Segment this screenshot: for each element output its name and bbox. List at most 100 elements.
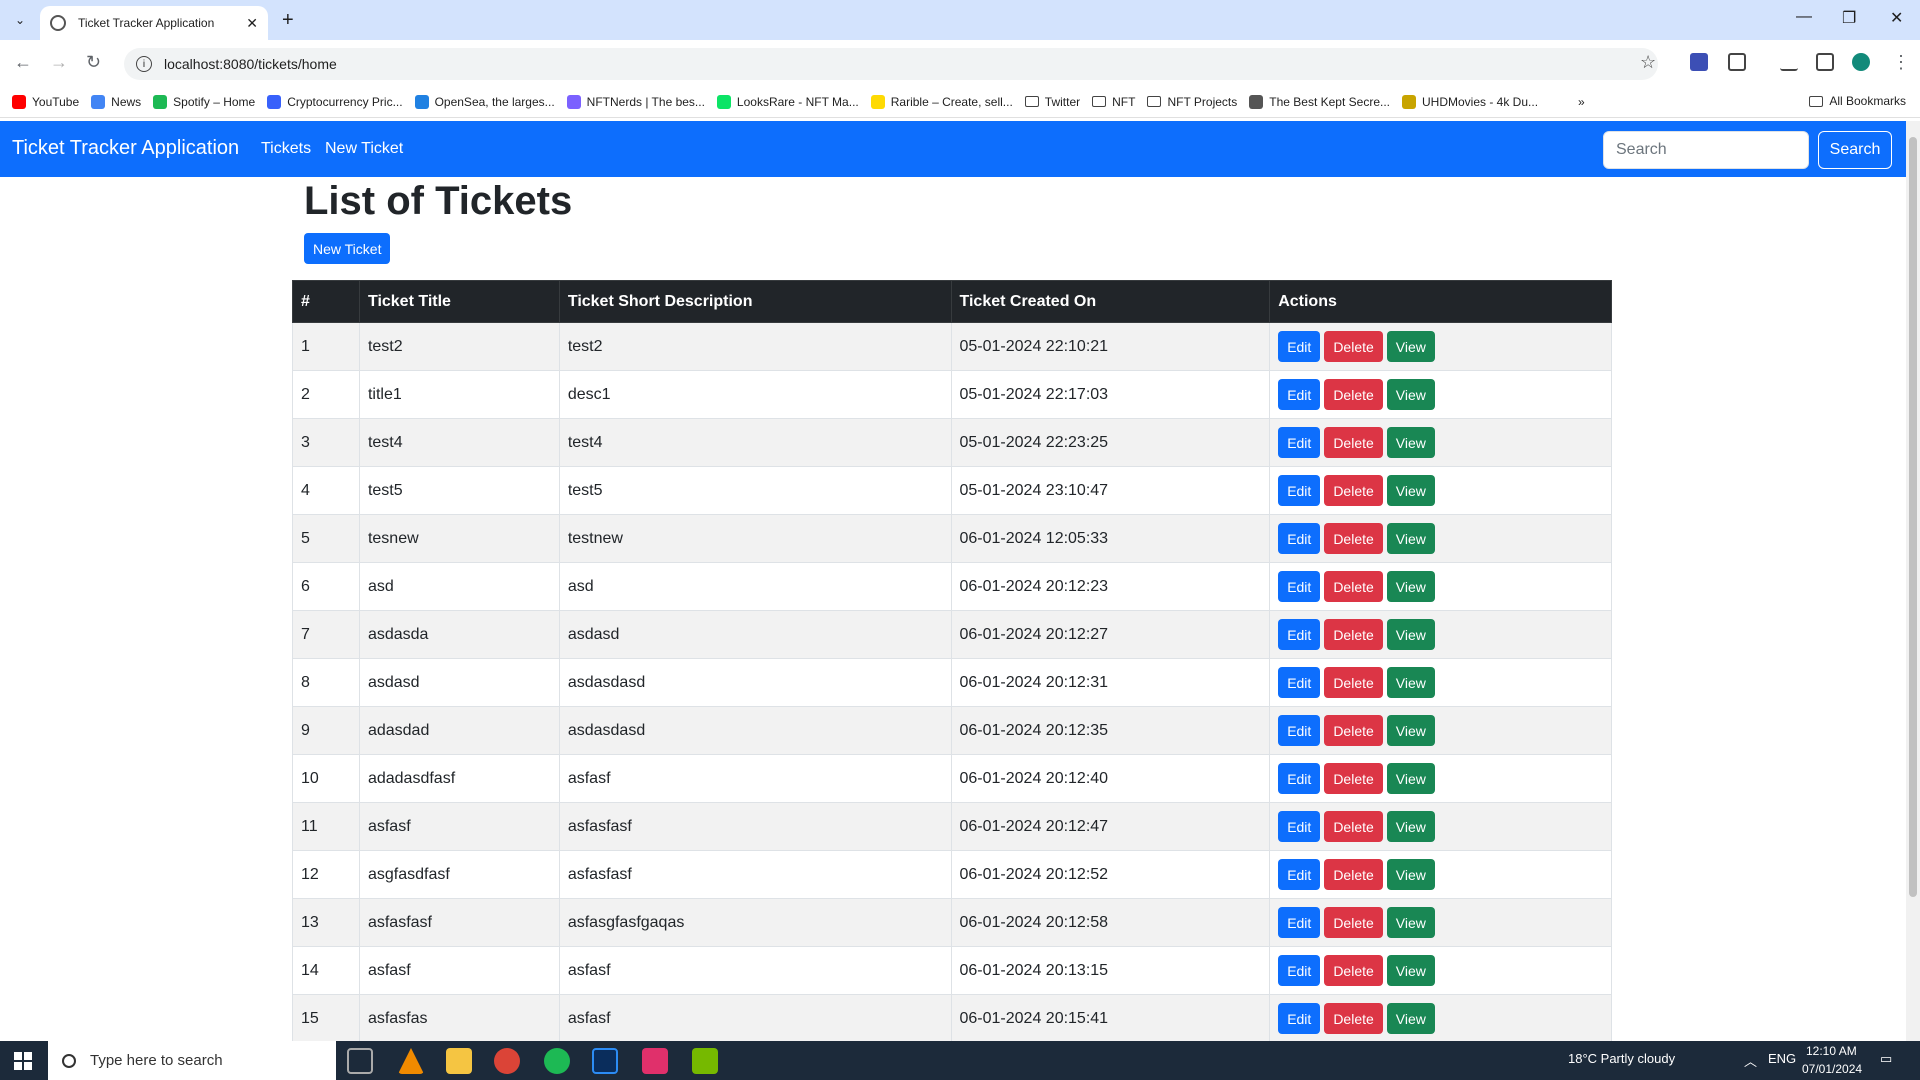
view-button[interactable]: View xyxy=(1386,955,1435,986)
delete-button[interactable]: Delete xyxy=(1324,811,1383,842)
view-button[interactable]: View xyxy=(1386,667,1435,698)
nav-link-new-ticket[interactable]: New Ticket xyxy=(325,140,403,158)
notifications-icon[interactable]: ▭ xyxy=(1880,1051,1892,1067)
page-scrollbar[interactable] xyxy=(1906,121,1920,1041)
edit-button[interactable]: Edit xyxy=(1278,1003,1321,1034)
edit-button[interactable]: Edit xyxy=(1278,955,1321,986)
clock-time[interactable]: 12:10 AM xyxy=(1806,1044,1857,1058)
bookmark-item[interactable]: YouTube xyxy=(12,94,79,109)
bookmark-item[interactable]: UHDMovies - 4k Du... xyxy=(1402,94,1538,109)
bookmark-item[interactable]: Cryptocurrency Pric... xyxy=(267,94,403,109)
bookmark-item[interactable]: Twitter xyxy=(1024,95,1080,109)
extensions-puzzle-icon[interactable] xyxy=(1728,53,1746,71)
view-button[interactable]: View xyxy=(1386,427,1435,458)
view-button[interactable]: View xyxy=(1386,1003,1435,1034)
edit-button[interactable]: Edit xyxy=(1278,331,1321,362)
delete-button[interactable]: Delete xyxy=(1324,523,1383,554)
bookmark-item[interactable]: The Best Kept Secre... xyxy=(1249,94,1390,109)
edit-button[interactable]: Edit xyxy=(1278,667,1321,698)
navbar-brand[interactable]: Ticket Tracker Application xyxy=(12,137,239,160)
edit-button[interactable]: Edit xyxy=(1278,571,1321,602)
taskbar-search[interactable]: Type here to search xyxy=(48,1041,336,1080)
file-explorer-icon[interactable] xyxy=(446,1048,472,1074)
spotify-icon[interactable] xyxy=(544,1048,570,1074)
task-view-icon[interactable] xyxy=(347,1048,373,1074)
delete-button[interactable]: Delete xyxy=(1324,331,1383,362)
delete-button[interactable]: Delete xyxy=(1324,1003,1383,1034)
edit-button[interactable]: Edit xyxy=(1278,619,1321,650)
view-button[interactable]: View xyxy=(1386,475,1435,506)
chevron-up-icon[interactable]: ︿ xyxy=(1744,1051,1757,1070)
view-button[interactable]: View xyxy=(1386,859,1435,890)
view-button[interactable]: View xyxy=(1386,715,1435,746)
edit-button[interactable]: Edit xyxy=(1278,811,1321,842)
minimize-icon[interactable]: — xyxy=(1796,8,1812,26)
forward-icon[interactable]: → xyxy=(50,52,68,73)
profile-avatar[interactable] xyxy=(1852,53,1870,71)
delete-button[interactable]: Delete xyxy=(1324,427,1383,458)
bookmarks-overflow-icon[interactable]: » xyxy=(1578,95,1585,109)
new-tab-button[interactable]: + xyxy=(282,8,294,32)
bookmark-item[interactable]: LooksRare - NFT Ma... xyxy=(716,94,859,109)
menu-dots-icon[interactable]: ⋮ xyxy=(1892,52,1910,73)
close-tab-icon[interactable]: ✕ xyxy=(246,15,258,32)
site-info-icon[interactable]: i xyxy=(136,56,152,72)
address-bar[interactable]: i localhost:8080/tickets/home xyxy=(124,48,1658,80)
view-button[interactable]: View xyxy=(1386,523,1435,554)
view-button[interactable]: View xyxy=(1386,907,1435,938)
window-close-icon[interactable]: ✕ xyxy=(1890,8,1903,28)
bookmark-item[interactable]: Spotify – Home xyxy=(153,94,255,109)
edit-button[interactable]: Edit xyxy=(1278,523,1321,554)
search-button[interactable]: Search xyxy=(1818,131,1892,169)
edit-button[interactable]: Edit xyxy=(1278,859,1321,890)
bookmark-item[interactable]: OpenSea, the larges... xyxy=(414,94,555,109)
bookmark-item[interactable]: News xyxy=(91,94,141,109)
back-icon[interactable]: ← xyxy=(14,52,32,73)
delete-button[interactable]: Delete xyxy=(1324,475,1383,506)
nav-link-tickets[interactable]: Tickets xyxy=(261,140,311,158)
view-button[interactable]: View xyxy=(1386,619,1435,650)
vlc-icon[interactable] xyxy=(398,1048,424,1074)
weather-widget[interactable]: 18°C Partly cloudy xyxy=(1568,1051,1675,1066)
side-panel-icon[interactable] xyxy=(1816,53,1834,71)
new-ticket-button[interactable]: New Ticket xyxy=(304,233,391,264)
delete-button[interactable]: Delete xyxy=(1324,955,1383,986)
delete-button[interactable]: Delete xyxy=(1324,619,1383,650)
language-indicator[interactable]: ENG xyxy=(1768,1051,1796,1066)
chrome-icon[interactable] xyxy=(494,1048,520,1074)
edit-button[interactable]: Edit xyxy=(1278,907,1321,938)
delete-button[interactable]: Delete xyxy=(1324,715,1383,746)
tab-search-dropdown[interactable]: ⌄ xyxy=(8,8,32,32)
bookmark-item[interactable]: NFT xyxy=(1092,95,1135,109)
browser-tab[interactable]: Ticket Tracker Application ✕ xyxy=(40,6,268,40)
windows-start-icon[interactable] xyxy=(14,1052,32,1070)
delete-button[interactable]: Delete xyxy=(1324,907,1383,938)
delete-button[interactable]: Delete xyxy=(1324,571,1383,602)
extension-icon[interactable] xyxy=(1690,53,1708,71)
view-button[interactable]: View xyxy=(1386,331,1435,362)
delete-button[interactable]: Delete xyxy=(1324,379,1383,410)
view-button[interactable]: View xyxy=(1386,811,1435,842)
edit-button[interactable]: Edit xyxy=(1278,475,1321,506)
restore-icon[interactable]: ❐ xyxy=(1842,8,1856,28)
bookmark-item[interactable]: NFTNerds | The bes... xyxy=(566,94,705,109)
delete-button[interactable]: Delete xyxy=(1324,667,1383,698)
intellij-icon[interactable] xyxy=(642,1048,668,1074)
all-bookmarks[interactable]: All Bookmarks xyxy=(1809,94,1906,108)
edit-button[interactable]: Edit xyxy=(1278,763,1321,794)
edit-button[interactable]: Edit xyxy=(1278,427,1321,458)
bookmark-item[interactable]: NFT Projects xyxy=(1147,95,1237,109)
reload-icon[interactable]: ↻ xyxy=(86,52,101,73)
download-icon[interactable] xyxy=(1780,53,1798,71)
search-input[interactable] xyxy=(1603,131,1809,169)
edit-button[interactable]: Edit xyxy=(1278,379,1321,410)
bookmark-star-icon[interactable]: ☆ xyxy=(1640,52,1656,73)
delete-button[interactable]: Delete xyxy=(1324,763,1383,794)
view-button[interactable]: View xyxy=(1386,379,1435,410)
scrollbar-thumb[interactable] xyxy=(1909,137,1917,897)
view-button[interactable]: View xyxy=(1386,571,1435,602)
clock-date[interactable]: 07/01/2024 xyxy=(1802,1062,1862,1076)
view-button[interactable]: View xyxy=(1386,763,1435,794)
vscode-icon[interactable] xyxy=(592,1048,618,1074)
delete-button[interactable]: Delete xyxy=(1324,859,1383,890)
